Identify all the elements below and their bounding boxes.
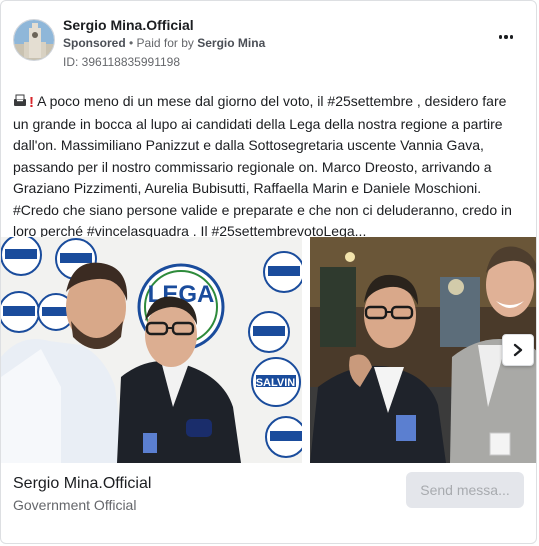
footer-page-category: Government Official: [13, 497, 137, 513]
avatar-image: [14, 20, 54, 60]
image-carousel: LEGA SALVINI: [1, 237, 536, 463]
library-id: ID: 396118835991198: [63, 55, 180, 69]
post-text: ! A poco meno di un mese dal giorno del …: [13, 91, 525, 243]
paid-for-by: Sergio Mina: [197, 36, 266, 50]
page-avatar[interactable]: [13, 19, 55, 61]
carousel-image-1[interactable]: LEGA SALVINI: [1, 237, 302, 463]
post-header: Sergio Mina.Official Sponsored • Paid fo…: [13, 15, 524, 71]
salvini-logo-text: SALVINI: [256, 377, 299, 389]
ellipsis-dot: [504, 35, 508, 39]
post-footer: Sergio Mina.Official Government Official…: [13, 472, 524, 516]
carousel-next-button[interactable]: [502, 334, 534, 366]
ellipsis-horizontal-icon: [498, 35, 503, 39]
page-name[interactable]: Sergio Mina.Official: [63, 17, 194, 33]
footer-page-name[interactable]: Sergio Mina.Official: [13, 475, 151, 493]
more-options-button[interactable]: [494, 29, 518, 45]
separator: •: [125, 36, 137, 50]
chevron-right-icon: [513, 343, 523, 357]
photo-two-men-lega-backdrop: LEGA SALVINI: [1, 237, 302, 463]
post-text-body: A poco meno di un mese dal giorno del vo…: [13, 93, 512, 239]
send-message-button[interactable]: Send messa...: [406, 472, 524, 508]
ellipsis-dot: [509, 35, 514, 39]
sponsored-line: Sponsored • Paid for by Sergio Mina: [63, 36, 265, 50]
sponsored-post-card: Sergio Mina.Official Sponsored • Paid fo…: [0, 0, 537, 544]
ballot-box-icon: [13, 92, 27, 114]
paid-for-prefix: Paid for by: [136, 36, 198, 50]
sponsored-label: Sponsored: [63, 36, 126, 50]
